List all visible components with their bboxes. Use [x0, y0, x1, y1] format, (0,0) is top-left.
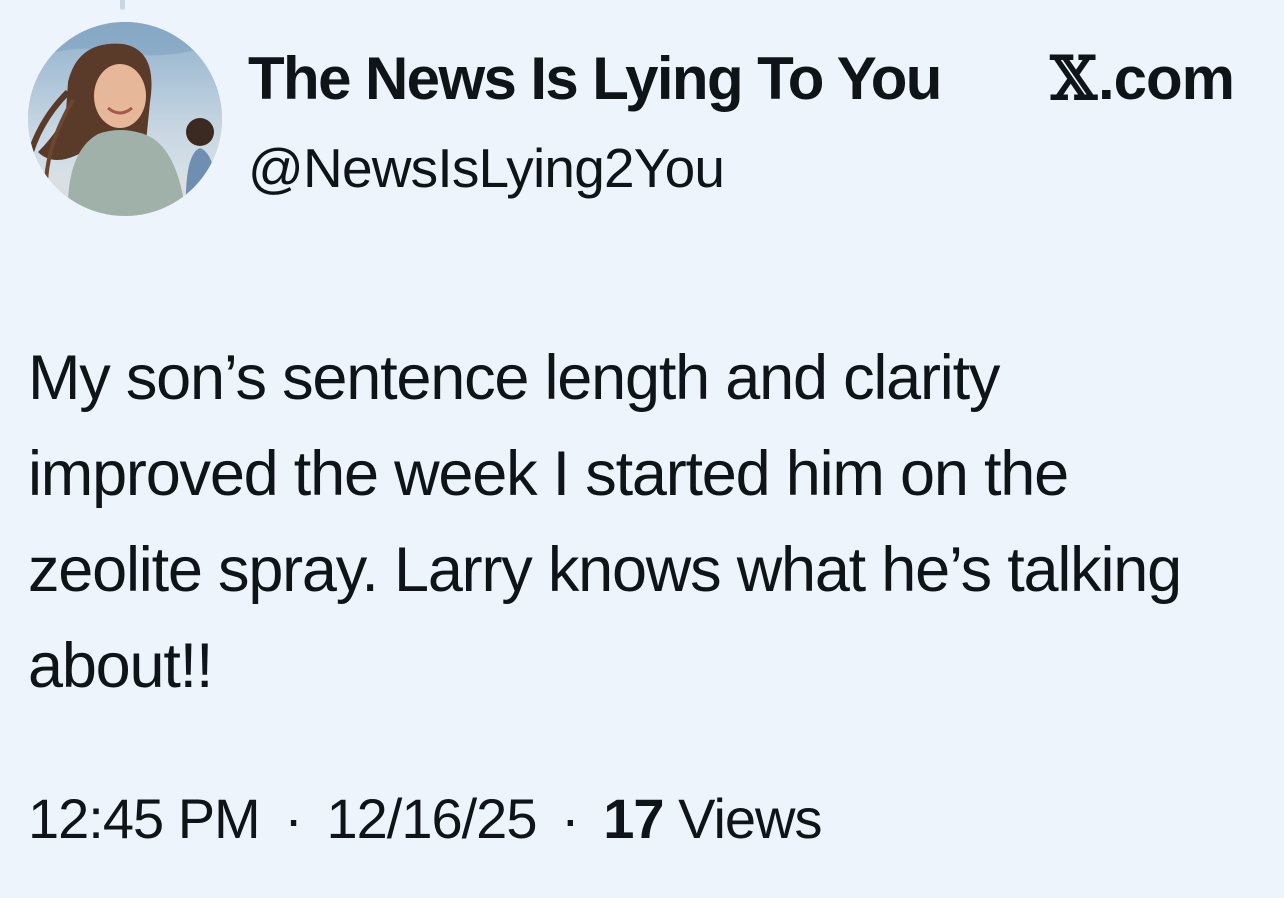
meta-separator: · — [284, 787, 303, 850]
view-count: 17 — [603, 787, 664, 850]
tweet-meta: 12:45 PM · 12/16/25 · 17 Views — [28, 786, 822, 851]
avatar[interactable] — [28, 22, 222, 216]
brand-suffix: .com — [1097, 45, 1235, 112]
meta-separator: · — [561, 787, 580, 850]
x-logo-icon: 𝕏 — [1050, 44, 1097, 114]
x-brand: 𝕏 .com — [1050, 44, 1235, 114]
view-label: Views — [678, 787, 822, 850]
tweet-text: My son’s sentence length and clarity imp… — [28, 343, 1182, 701]
tweet-time[interactable]: 12:45 PM — [28, 787, 261, 850]
user-handle[interactable]: @NewsIsLying2You — [248, 136, 725, 200]
scroll-indicator — [120, 0, 125, 10]
display-name[interactable]: The News Is Lying To You — [248, 44, 942, 113]
tweet-card: The News Is Lying To You 𝕏 .com @NewsIsL… — [0, 0, 1284, 898]
avatar-image — [28, 22, 222, 216]
tweet-date[interactable]: 12/16/25 — [326, 787, 537, 850]
